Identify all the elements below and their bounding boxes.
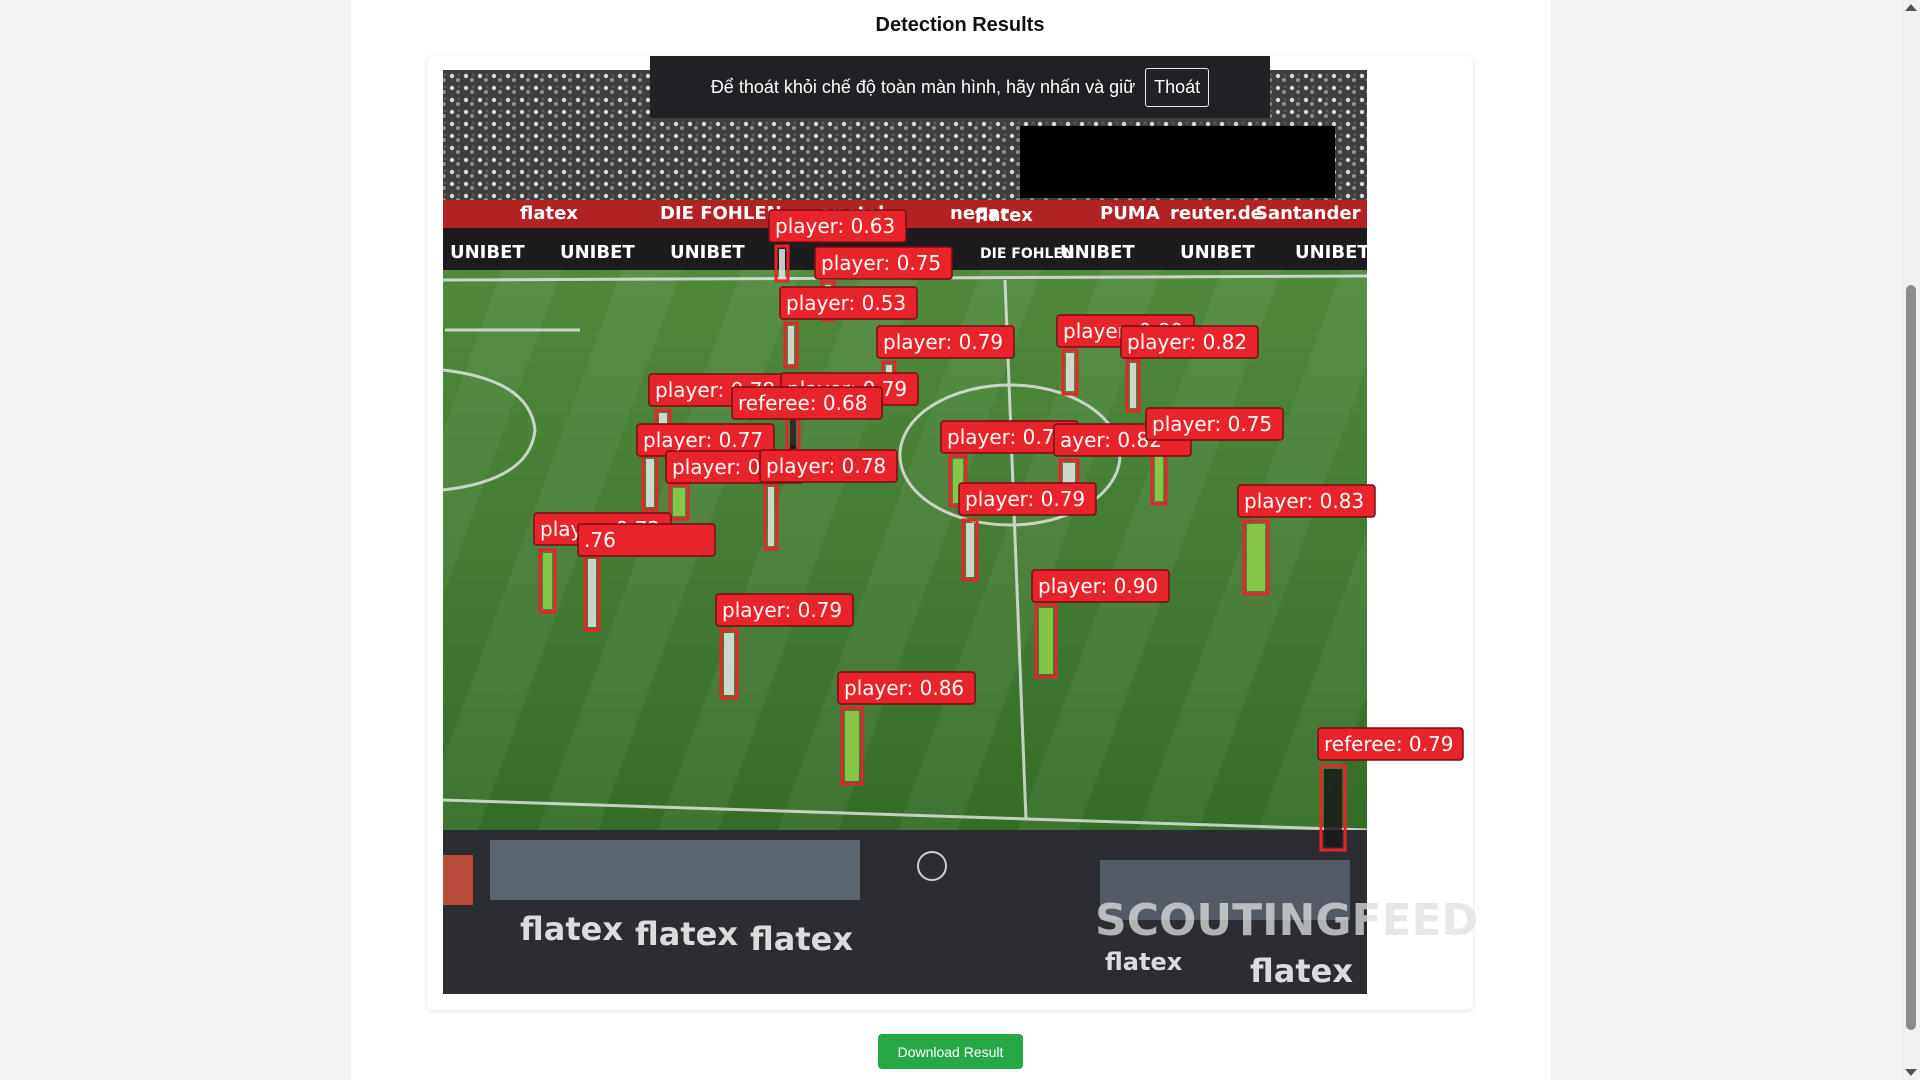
fullscreen-message: Để thoát khỏi chế độ toàn màn hình, hãy …: [710, 76, 1136, 97]
page-scrollbar[interactable]: [1902, 0, 1920, 1080]
watermark: SCOUTINGFEED: [1095, 895, 1478, 946]
detection-label: player: 0.79: [965, 487, 1085, 511]
detected-person-figure: [1039, 608, 1053, 674]
detected-person-figure: [1324, 769, 1342, 847]
detected-person-figure: [779, 249, 785, 278]
svg-text:flatex: flatex: [520, 203, 578, 224]
detected-person-figure: [788, 326, 794, 364]
detected-person-figure: [588, 559, 596, 627]
detected-person-figure: [1247, 524, 1265, 591]
detected-person-figure: [845, 711, 859, 781]
scroll-up-arrow-icon[interactable]: [1905, 4, 1917, 11]
svg-text:UNIBET: UNIBET: [1295, 242, 1370, 263]
detection-label: player: 0.83: [1244, 489, 1364, 513]
svg-text:UNIBET: UNIBET: [1180, 242, 1255, 263]
svg-text:UNIBET: UNIBET: [670, 242, 745, 263]
detected-person-figure: [673, 488, 685, 516]
detection-label: .76: [584, 528, 616, 552]
fullscreen-banner: Để thoát khỏi chế độ toàn màn hình, hãy …: [650, 56, 1270, 118]
svg-text:UNIBET: UNIBET: [1060, 242, 1135, 263]
detection-label: player: 0.79: [883, 330, 1003, 354]
detected-person-figure: [646, 459, 654, 507]
detection-label: player: 0.82: [1127, 330, 1247, 354]
svg-text:Santander: Santander: [1255, 203, 1361, 224]
detection-label: player: 0.75: [821, 251, 941, 275]
detection-label: player: 0.78: [766, 454, 886, 478]
svg-text:flatex: flatex: [1105, 948, 1183, 976]
svg-text:flatex: flatex: [750, 920, 853, 958]
detected-person-figure: [768, 487, 774, 546]
detection-label: player: 0: [672, 455, 760, 479]
detected-person-figure: [1130, 363, 1136, 408]
detection-label: player: 0.77: [643, 428, 763, 452]
download-result-button[interactable]: Download Result: [878, 1034, 1023, 1069]
scroll-down-arrow-icon[interactable]: [1905, 1069, 1917, 1076]
svg-text:flatex: flatex: [520, 910, 623, 948]
svg-text:UNIBET: UNIBET: [560, 242, 635, 263]
detection-label: player: 0.75: [1152, 412, 1272, 436]
detection-label: player: 0.63: [775, 214, 895, 238]
exit-fullscreen-button[interactable]: Thoát: [1145, 67, 1210, 107]
detected-person-figure: [724, 633, 734, 695]
svg-text:DIE FOHLEN: DIE FOHLEN: [660, 203, 782, 224]
detection-label: player: 0.79: [722, 598, 842, 622]
svg-text:flatex: flatex: [1250, 952, 1353, 990]
svg-text:flatex: flatex: [975, 205, 1033, 226]
black-overlay-box: [1020, 126, 1335, 198]
detection-label: referee: 0.68: [738, 391, 867, 415]
svg-text:reuter.de: reuter.de: [1170, 203, 1263, 224]
detection-label: player: 0.90: [1038, 574, 1158, 598]
detection-label: referee: 0.79: [1324, 732, 1453, 756]
svg-text:flatex: flatex: [635, 915, 738, 953]
detection-result-image: flatex DIE FOHLEN apotal nepar flatex PU…: [442, 70, 1478, 994]
svg-text:UNIBET: UNIBET: [450, 242, 525, 263]
detected-person-figure: [966, 523, 974, 577]
svg-text:PUMA: PUMA: [1100, 203, 1160, 224]
detected-person-figure: [543, 553, 552, 609]
detected-person-figure: [790, 415, 796, 449]
detected-person-figure: [1066, 353, 1074, 391]
page-title: Detection Results: [875, 14, 1045, 36]
detection-label: player: 0.53: [786, 291, 906, 315]
detection-label: player: 0.76: [947, 425, 1067, 449]
detection-label: player: 0.86: [844, 676, 964, 700]
scroll-thumb[interactable]: [1906, 285, 1916, 1030]
detected-person-figure: [1155, 455, 1163, 501]
